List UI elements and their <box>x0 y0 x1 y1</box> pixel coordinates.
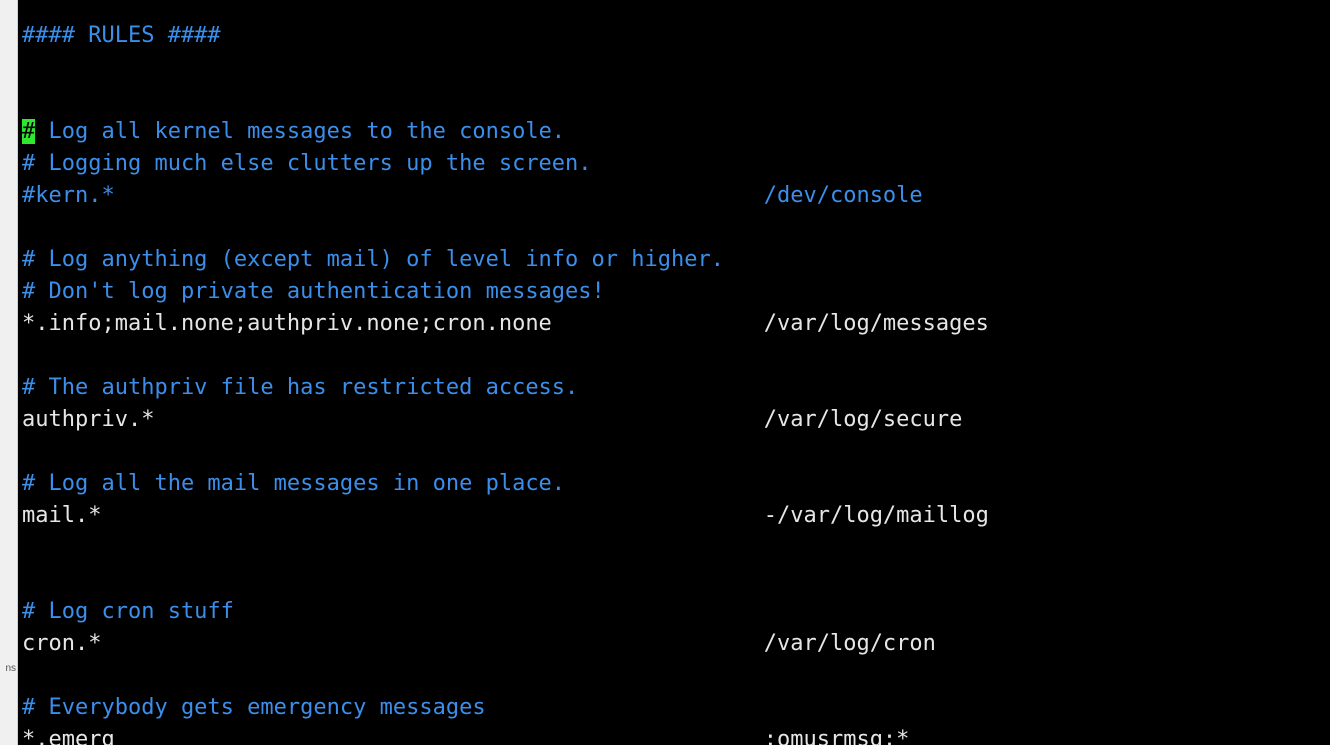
code-text: *.info;mail.none;authpriv.none;cron.none… <box>22 311 989 336</box>
side-strip-fragment: ns <box>5 664 16 674</box>
comment-text: # The authpriv file has restricted acces… <box>22 375 578 400</box>
editor-line: # Log all the mail messages in one place… <box>22 468 1326 500</box>
editor-line: *.info;mail.none;authpriv.none;cron.none… <box>22 308 1326 340</box>
editor-line: # Log cron stuff <box>22 596 1326 628</box>
comment-text: # Don't log private authentication messa… <box>22 279 605 304</box>
editor-line <box>22 564 1326 596</box>
editor-line: # Log anything (except mail) of level in… <box>22 244 1326 276</box>
editor-line: authpriv.* /var/log/secure <box>22 404 1326 436</box>
editor-line: #### RULES #### <box>22 20 1326 52</box>
side-strip: ns <box>0 0 18 745</box>
comment-text: # Logging much else clutters up the scre… <box>22 151 592 176</box>
comment-text: #kern.* /dev/console <box>22 183 923 208</box>
code-text: *.emerg :omusrmsg:* <box>22 727 909 745</box>
cursor-highlight: # <box>22 119 35 144</box>
comment-text: # Everybody gets emergency messages <box>22 695 486 720</box>
editor-line <box>22 660 1326 692</box>
code-text: mail.* -/var/log/maillog <box>22 503 989 528</box>
comment-text: Log all kernel messages to the console. <box>35 119 565 144</box>
editor-line: #kern.* /dev/console <box>22 180 1326 212</box>
editor-line: *.emerg :omusrmsg:* <box>22 724 1326 745</box>
comment-text: # Log all the mail messages in one place… <box>22 471 565 496</box>
comment-text: # Log cron stuff <box>22 599 234 624</box>
editor-line: cron.* /var/log/cron <box>22 628 1326 660</box>
editor-line: # Don't log private authentication messa… <box>22 276 1326 308</box>
editor-line: # Everybody gets emergency messages <box>22 692 1326 724</box>
editor-line: # Log all kernel messages to the console… <box>22 116 1326 148</box>
editor-line <box>22 84 1326 116</box>
editor-line <box>22 340 1326 372</box>
comment-text: # Log anything (except mail) of level in… <box>22 247 724 272</box>
editor-line <box>22 52 1326 84</box>
editor-line: # Logging much else clutters up the scre… <box>22 148 1326 180</box>
editor-line <box>22 436 1326 468</box>
code-text: cron.* /var/log/cron <box>22 631 936 656</box>
terminal-text-area[interactable]: #### RULES #### # Log all kernel message… <box>18 0 1330 745</box>
code-text: authpriv.* /var/log/secure <box>22 407 962 432</box>
comment-text: #### RULES #### <box>22 23 221 48</box>
editor-line <box>22 532 1326 564</box>
editor-line: mail.* -/var/log/maillog <box>22 500 1326 532</box>
editor-window: ns #### RULES #### # Log all kernel mess… <box>0 0 1330 745</box>
editor-line <box>22 212 1326 244</box>
editor-line: # The authpriv file has restricted acces… <box>22 372 1326 404</box>
